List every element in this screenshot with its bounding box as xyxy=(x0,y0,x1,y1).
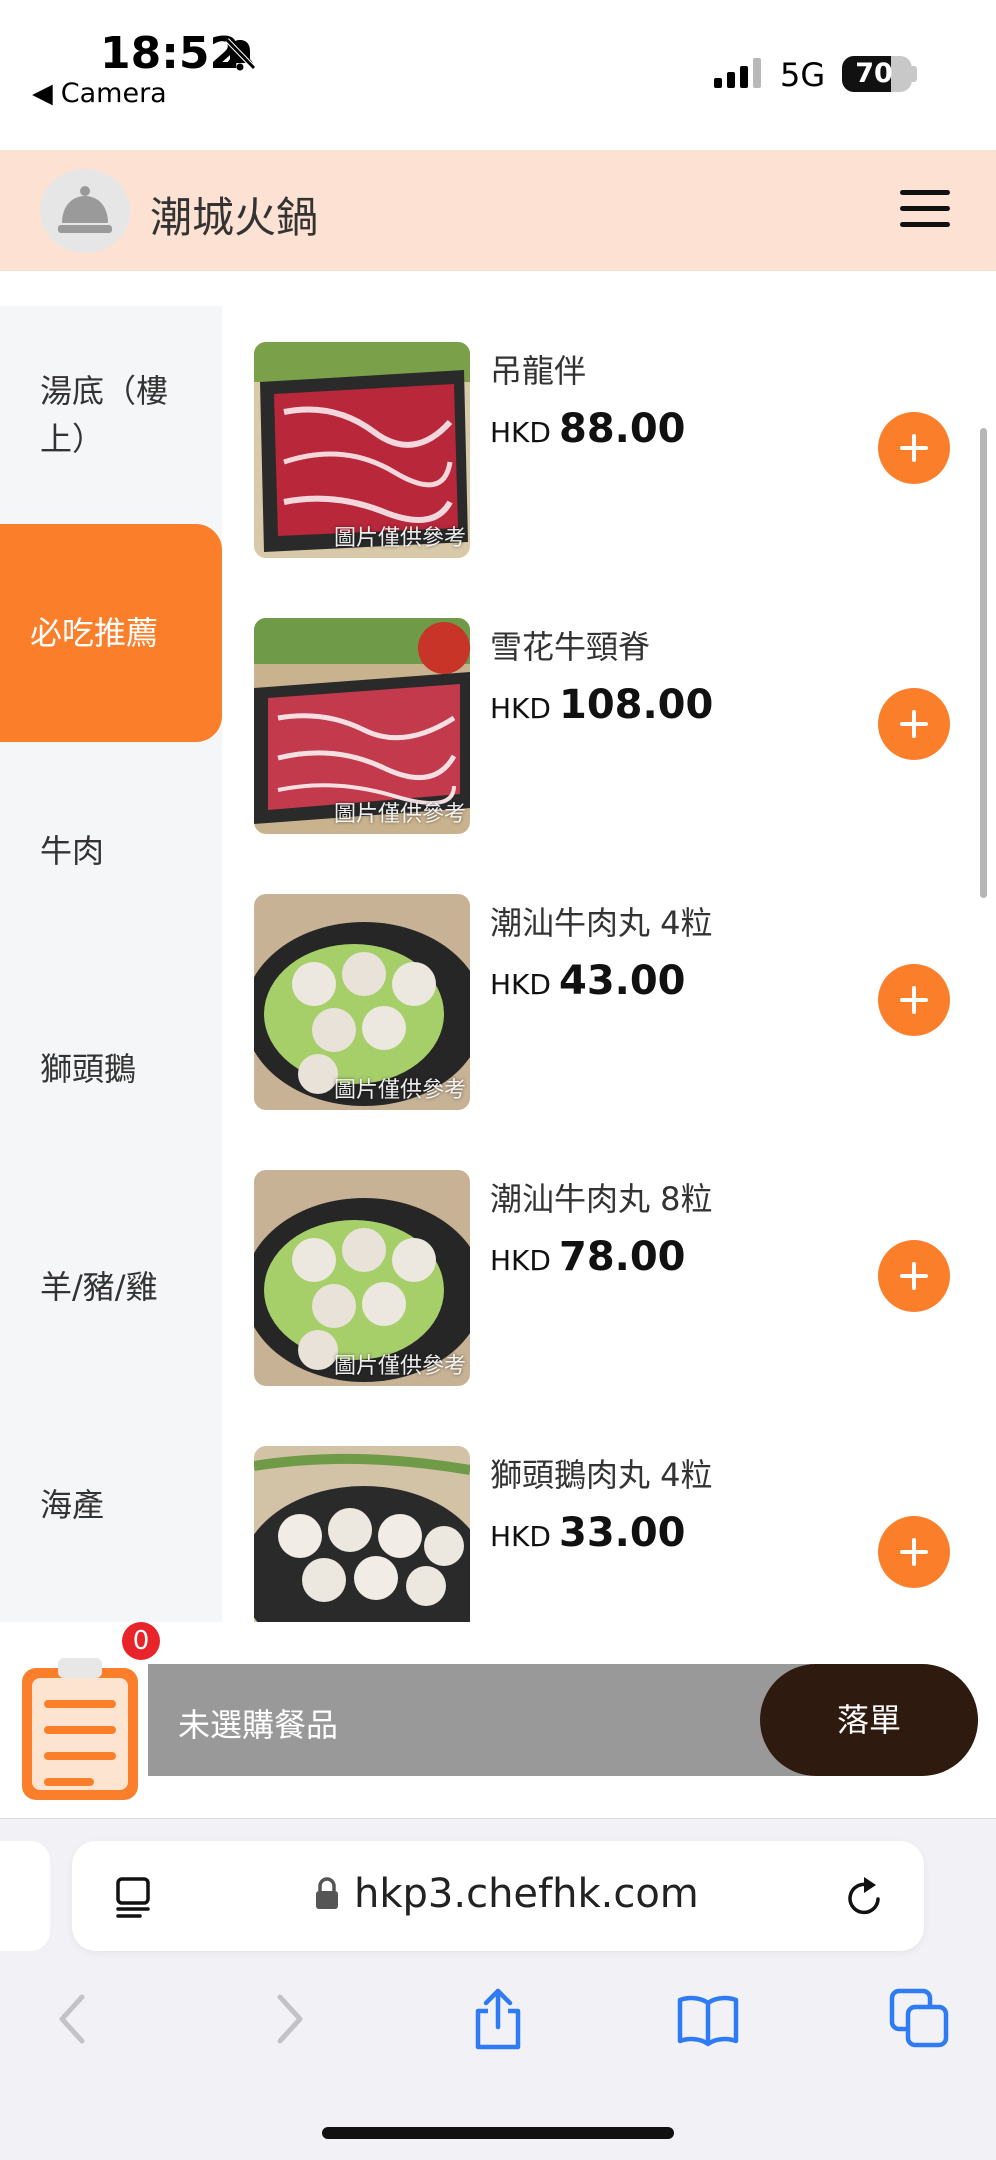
bookmarks-icon[interactable] xyxy=(676,1987,740,2051)
shop-header: 潮城火鍋 xyxy=(0,150,996,271)
category-label: 海產 xyxy=(40,1486,105,1524)
add-to-cart-button[interactable] xyxy=(878,412,950,484)
product-image[interactable]: 圖片僅供參考 xyxy=(254,618,470,834)
image-disclaimer: 圖片僅供參考 xyxy=(333,1078,466,1103)
category-recommended[interactable]: 必吃推薦 xyxy=(0,524,222,742)
category-sidebar: 湯底（樓上） 必吃推薦 牛肉 獅頭鵝 羊/豬/雞 海產 xyxy=(0,306,222,1622)
price-amount: 108.00 xyxy=(558,682,714,728)
price-currency: HKD xyxy=(490,416,551,449)
product-price: HKD 43.00 xyxy=(490,958,686,1004)
category-label: 湯底（樓上） xyxy=(40,372,169,458)
image-disclaimer: 圖片僅供參考 xyxy=(333,802,466,827)
product-item: 圖片僅供參考 吊龍伴 HKD 88.00 xyxy=(222,306,996,582)
price-amount: 43.00 xyxy=(558,958,686,1004)
product-item: 圖片僅供參考 雪花牛頸脊 HKD 108.00 xyxy=(222,582,996,858)
shop-logo xyxy=(40,169,130,253)
scrollbar[interactable] xyxy=(980,428,987,898)
cart-bar: 未選購餐品 落單 0 xyxy=(0,1622,996,1818)
category-label: 獅頭鵝 xyxy=(40,1050,137,1088)
product-item: 圖片僅供參考 潮汕牛肉丸 4粒 HKD 43.00 xyxy=(222,858,996,1134)
hamburger-menu-icon[interactable] xyxy=(900,190,950,230)
cart-summary[interactable]: 未選購餐品 落單 xyxy=(148,1664,978,1776)
category-label: 牛肉 xyxy=(40,832,105,870)
status-bar: 18:52 ◀ Camera 5G 70 xyxy=(0,0,996,148)
home-indicator[interactable] xyxy=(322,2127,674,2139)
category-label: 必吃推薦 xyxy=(30,614,159,652)
add-to-cart-button[interactable] xyxy=(878,688,950,760)
battery-tip xyxy=(912,66,917,82)
reader-view-icon[interactable] xyxy=(112,1875,156,1919)
back-app-label: Camera xyxy=(60,78,167,109)
service-bell-icon xyxy=(58,186,112,233)
image-disclaimer: 圖片僅供參考 xyxy=(333,526,466,551)
product-item: 獅頭鵝肉丸 4粒 HKD 33.00 xyxy=(222,1410,996,1622)
product-image[interactable]: 圖片僅供參考 xyxy=(254,894,470,1110)
product-image[interactable] xyxy=(254,1446,470,1622)
category-soup-base[interactable]: 湯底（樓上） xyxy=(0,306,222,524)
product-list: 圖片僅供參考 吊龍伴 HKD 88.00 圖片僅供參考 雪花牛頸脊 HKD 10… xyxy=(222,306,996,1622)
product-name: 吊龍伴 xyxy=(490,352,587,390)
price-amount: 88.00 xyxy=(558,406,686,452)
product-name: 潮汕牛肉丸 8粒 xyxy=(490,1180,713,1218)
battery-icon: 70 xyxy=(842,56,912,92)
place-order-button[interactable]: 落單 xyxy=(760,1664,978,1776)
bell-muted-icon xyxy=(225,38,256,71)
previous-tab-peek[interactable] xyxy=(0,1841,50,1951)
price-currency: HKD xyxy=(490,692,551,725)
forward-arrow-icon[interactable] xyxy=(256,1987,320,2051)
cart-count-badge: 0 xyxy=(122,1622,160,1660)
clipboard-icon[interactable] xyxy=(18,1654,142,1804)
address-bar[interactable]: hkp3.chefhk.com xyxy=(72,1841,924,1951)
cart-empty-text: 未選購餐品 xyxy=(178,1706,339,1744)
network-type: 5G xyxy=(780,56,826,94)
product-image[interactable]: 圖片僅供參考 xyxy=(254,342,470,558)
product-name: 獅頭鵝肉丸 4粒 xyxy=(490,1456,713,1494)
signal-icon xyxy=(714,58,761,88)
product-name: 潮汕牛肉丸 4粒 xyxy=(490,904,713,942)
browser-toolbar: hkp3.chefhk.com xyxy=(0,1818,996,2160)
price-currency: HKD xyxy=(490,1520,551,1553)
shop-title: 潮城火鍋 xyxy=(150,193,319,242)
add-to-cart-button[interactable] xyxy=(878,964,950,1036)
add-to-cart-button[interactable] xyxy=(878,1240,950,1312)
add-to-cart-button[interactable] xyxy=(878,1516,950,1588)
product-name: 雪花牛頸脊 xyxy=(490,628,651,666)
reload-icon[interactable] xyxy=(842,1875,886,1919)
back-to-app[interactable]: ◀ Camera xyxy=(32,78,167,109)
category-label: 羊/豬/雞 xyxy=(40,1268,158,1306)
category-beef[interactable]: 牛肉 xyxy=(0,742,222,960)
product-price: HKD 33.00 xyxy=(490,1510,686,1556)
tabs-icon[interactable] xyxy=(888,1987,952,2051)
price-currency: HKD xyxy=(490,968,551,1001)
share-icon[interactable] xyxy=(466,1987,530,2051)
product-price: HKD 108.00 xyxy=(490,682,713,728)
product-price: HKD 88.00 xyxy=(490,406,686,452)
page: 18:52 ◀ Camera 5G 70 潮城火鍋 湯底（樓上） 必吃推薦 牛肉… xyxy=(0,0,996,2160)
back-arrow-icon[interactable] xyxy=(42,1987,106,2051)
product-item: 圖片僅供參考 潮汕牛肉丸 8粒 HKD 78.00 xyxy=(222,1134,996,1410)
status-time: 18:52 xyxy=(100,28,241,79)
product-image[interactable]: 圖片僅供參考 xyxy=(254,1170,470,1386)
price-currency: HKD xyxy=(490,1244,551,1277)
price-amount: 33.00 xyxy=(558,1510,686,1556)
category-seafood[interactable]: 海產 xyxy=(0,1396,222,1614)
url-text: hkp3.chefhk.com xyxy=(354,1871,699,1917)
category-lion-head-goose[interactable]: 獅頭鵝 xyxy=(0,960,222,1178)
lock-icon xyxy=(316,1877,338,1909)
category-lamb-pork-chicken[interactable]: 羊/豬/雞 xyxy=(0,1178,222,1396)
battery-level: 70 xyxy=(855,58,893,89)
image-disclaimer: 圖片僅供參考 xyxy=(333,1354,466,1379)
price-amount: 78.00 xyxy=(558,1234,686,1280)
product-price: HKD 78.00 xyxy=(490,1234,686,1280)
